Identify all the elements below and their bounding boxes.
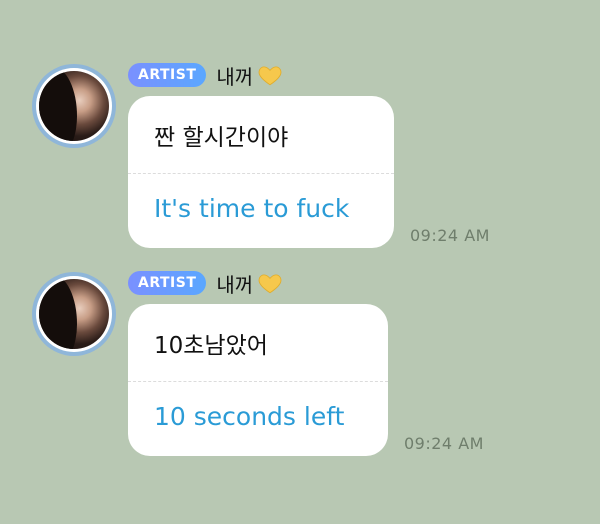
- message-text-korean: 10초남았어: [154, 333, 268, 359]
- message-timestamp: 09:24 AM: [410, 226, 490, 245]
- artist-badge: ARTIST: [128, 63, 207, 87]
- avatar[interactable]: [32, 272, 116, 356]
- avatar-ring: [36, 276, 112, 352]
- message-timestamp: 09:24 AM: [404, 434, 484, 453]
- chat-message: ARTIST 내꺼 짠 할시간이야 It's time to fuck 09:2…: [0, 56, 600, 266]
- avatar-hair: [39, 279, 77, 349]
- sender-row: ARTIST 내꺼: [128, 268, 283, 298]
- avatar-photo: [39, 71, 109, 141]
- message-bubble[interactable]: 짠 할시간이야 It's time to fuck: [128, 96, 394, 248]
- yellow-heart-icon: [258, 274, 282, 294]
- artist-badge: ARTIST: [128, 271, 207, 295]
- avatar-ring: [36, 68, 112, 144]
- sender-name: 내꺼: [216, 272, 254, 297]
- avatar[interactable]: [32, 64, 116, 148]
- message-text-korean: 짠 할시간이야: [154, 125, 289, 151]
- yellow-heart-icon: [258, 66, 282, 86]
- sender-row: ARTIST 내꺼: [128, 60, 283, 90]
- message-text-translation: 10 seconds left: [154, 402, 345, 431]
- avatar-hair: [39, 71, 77, 141]
- message-bubble[interactable]: 10초남았어 10 seconds left: [128, 304, 388, 456]
- sender-name: 내꺼: [216, 64, 254, 89]
- translation-divider: [128, 173, 394, 174]
- chat-message: ARTIST 내꺼 10초남았어 10 seconds left 09:24 A…: [0, 264, 600, 474]
- avatar-photo: [39, 279, 109, 349]
- message-text-translation: It's time to fuck: [154, 194, 350, 223]
- translation-divider: [128, 381, 388, 382]
